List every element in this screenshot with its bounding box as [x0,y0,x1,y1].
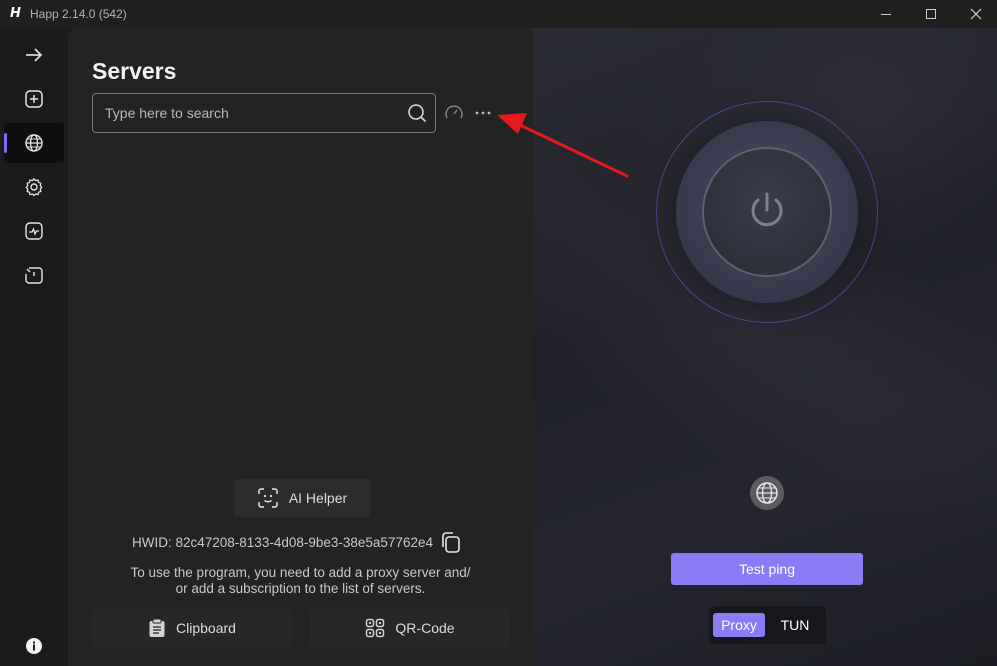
clipboard-icon [149,618,165,637]
sidebar-item-add[interactable] [4,79,64,119]
qr-code-label: QR-Code [395,620,455,636]
sidebar-item-connect[interactable] [4,35,64,75]
sidebar-item-monitor[interactable] [4,211,64,251]
hwid-row: HWID: 82c47208-8133-4d08-9be3-38e5a57762… [132,530,492,554]
sidebar-item-servers[interactable] [4,123,64,163]
power-icon [751,192,783,227]
maximize-icon [926,9,936,19]
app-logo: H [10,6,21,21]
close-button[interactable] [953,0,997,28]
empty-state-line-1: To use the program, you need to add a pr… [130,565,471,580]
more-options-button[interactable] [472,102,494,124]
arrow-right-icon [26,48,43,62]
minimize-button[interactable] [863,0,909,28]
qr-code-icon [366,618,385,638]
more-horizontal-icon [475,111,491,115]
search-input[interactable] [103,94,393,132]
globe-icon [756,482,778,504]
empty-state-message: To use the program, you need to add a pr… [98,565,503,597]
active-indicator [4,133,7,153]
maximize-button[interactable] [908,0,954,28]
sidebar-item-timer[interactable] [4,255,64,295]
copy-icon[interactable] [439,531,461,553]
plus-square-icon [25,90,43,108]
sidebar-item-settings[interactable] [4,167,64,207]
search-box[interactable] [92,93,436,133]
mode-toggle: Proxy TUN [709,606,826,644]
gear-icon [25,178,43,197]
mode-tun-option[interactable]: TUN [771,613,819,637]
test-ping-button[interactable]: Test ping [671,553,863,585]
title-bar: H Happ 2.14.0 (542) [0,0,997,28]
hwid-text: HWID: 82c47208-8133-4d08-9be3-38e5a57762… [132,534,433,550]
servers-panel: Servers AI Helper HWID: 82c47208-8133-4d… [68,28,533,666]
close-icon [970,8,982,20]
minimize-icon [881,14,891,15]
connect-panel: Test ping Proxy TUN [533,28,997,666]
qr-code-button[interactable]: QR-Code [310,609,510,647]
sidebar-item-about[interactable] [4,626,64,666]
activity-monitor-icon [25,222,43,240]
speedometer-icon[interactable] [444,103,464,123]
clipboard-label: Clipboard [176,620,236,636]
empty-state-line-2: or add a subscription to the list of ser… [175,581,426,596]
search-icon[interactable] [407,103,427,123]
mode-proxy-option[interactable]: Proxy [713,613,765,637]
clipboard-button[interactable]: Clipboard [92,609,292,647]
info-icon [26,638,42,654]
timer-icon [25,267,43,284]
location-globe-button[interactable] [750,476,784,510]
connect-power-button[interactable] [702,147,832,277]
window-title: Happ 2.14.0 (542) [30,7,127,21]
globe-icon [25,134,43,152]
ai-helper-label: AI Helper [288,490,348,506]
ai-helper-button[interactable]: AI Helper [234,479,370,517]
page-title: Servers [92,58,177,84]
sidebar [0,28,68,666]
ai-face-icon [258,488,278,508]
